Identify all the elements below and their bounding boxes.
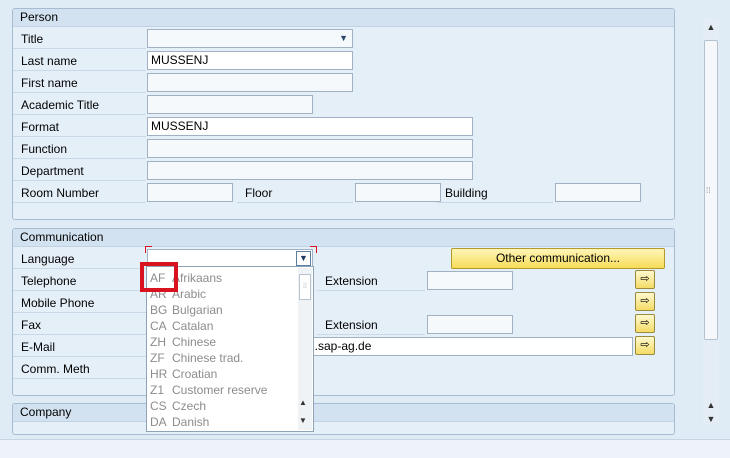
first-name-label: First name <box>13 73 146 93</box>
language-option-name: Bulgarian <box>172 303 223 317</box>
language-label: Language <box>13 249 146 269</box>
email-label: E-Mail <box>13 337 146 357</box>
dropdown-scroll-up-icon[interactable]: ▲ <box>299 398 307 407</box>
department-label: Department <box>13 161 146 181</box>
email-more-arrow-icon[interactable]: ⇨ <box>635 336 655 355</box>
language-option-code: DA <box>150 415 167 429</box>
format-field[interactable]: MUSSENJ <box>147 117 473 136</box>
mobile-more-arrow-icon[interactable]: ⇨ <box>635 292 655 311</box>
dropdown-scroll-down-icon[interactable]: ▼ <box>299 416 307 425</box>
fax-extension-field[interactable] <box>427 315 513 334</box>
scroll-up-icon[interactable]: ▲ <box>704 20 718 34</box>
telephone-label: Telephone <box>13 271 146 291</box>
extension-label-1: Extension <box>317 271 425 291</box>
function-field[interactable] <box>147 139 473 158</box>
comm-meth-label: Comm. Meth <box>13 359 146 379</box>
language-option[interactable]: CS Czech <box>147 398 297 414</box>
language-option-code: BG <box>150 303 168 317</box>
department-field[interactable] <box>147 161 473 180</box>
title-label: Title <box>13 29 146 49</box>
language-option-code: CS <box>150 399 167 413</box>
fax-label: Fax <box>13 315 146 335</box>
language-option-name: Catalan <box>172 319 214 333</box>
grip-icon: ⁞⁞ <box>706 186 711 195</box>
language-option-code: Z1 <box>150 383 165 397</box>
extension-label-2: Extension <box>317 315 425 335</box>
company-group-title: Company <box>13 404 674 422</box>
floor-field[interactable] <box>355 183 441 202</box>
language-option-name: Afrikaans <box>172 271 223 285</box>
building-label: Building <box>437 183 553 203</box>
focus-corner-tr <box>310 246 317 253</box>
building-field[interactable] <box>555 183 641 202</box>
communication-group-title: Communication <box>13 229 674 247</box>
function-label: Function <box>13 139 146 159</box>
scroll-up-small-icon[interactable]: ▲ <box>704 398 718 412</box>
title-select[interactable]: ▼ <box>147 29 353 48</box>
language-dropdown-chevron-icon[interactable]: ▼ <box>296 251 311 266</box>
language-option[interactable]: ZH Chinese <box>147 334 297 350</box>
highlight-box <box>140 262 178 292</box>
format-label: Format <box>13 117 146 137</box>
person-group-title: Person <box>13 9 674 27</box>
first-name-field[interactable] <box>147 73 353 92</box>
language-option-code: HR <box>150 367 168 381</box>
language-option[interactable]: ZF Chinese trad. <box>147 350 297 366</box>
language-option[interactable]: CA Catalan <box>147 318 297 334</box>
language-option[interactable]: HR Croatian <box>147 366 297 382</box>
mobile-phone-label: Mobile Phone <box>13 293 146 313</box>
floor-label: Floor <box>237 183 353 203</box>
focus-corner-tl <box>145 246 152 253</box>
room-number-field[interactable] <box>147 183 233 202</box>
academic-title-field[interactable] <box>147 95 313 114</box>
room-number-label: Room Number <box>13 183 146 203</box>
email-visible-text: l.sap-ag.de <box>312 339 372 353</box>
language-option-name: Customer reserve <box>172 383 268 397</box>
other-communication-button[interactable]: Other communication... <box>451 248 665 269</box>
language-option-name: Croatian <box>172 367 218 381</box>
language-option-name: Danish <box>172 415 210 429</box>
telephone-extension-field[interactable] <box>427 271 513 290</box>
language-option-code: CA <box>150 319 167 333</box>
status-strip <box>0 439 730 458</box>
telephone-more-arrow-icon[interactable]: ⇨ <box>635 270 655 289</box>
language-options: AF Afrikaans AR Arabic BG Bulgarian CA Catalan Z… <box>147 270 297 430</box>
last-name-field[interactable]: MUSSENJ <box>147 51 353 70</box>
language-option-name: Chinese <box>172 335 217 349</box>
language-option[interactable]: BG Bulgarian <box>147 302 297 318</box>
scroll-down-icon[interactable]: ▼ <box>704 412 718 426</box>
last-name-label: Last name <box>13 51 146 71</box>
dropdown-scroll-thumb[interactable]: ⁞⁞ <box>299 274 311 300</box>
company-group: Company <box>12 403 675 435</box>
language-option[interactable]: DA Danish <box>147 414 297 430</box>
fax-more-arrow-icon[interactable]: ⇨ <box>635 314 655 333</box>
academic-title-label: Academic Title <box>13 95 146 115</box>
language-option-name: Chinese trad. <box>172 351 244 365</box>
language-option-code: ZH <box>150 335 166 349</box>
chevron-down-icon[interactable]: ▼ <box>339 30 348 47</box>
language-option[interactable]: Z1 Customer reserve <box>147 382 297 398</box>
language-option-code: ZF <box>150 351 165 365</box>
language-option-name: Czech <box>172 399 207 413</box>
dropdown-scrollbar[interactable]: ⁞⁞ ▲ ▼ <box>298 268 312 430</box>
